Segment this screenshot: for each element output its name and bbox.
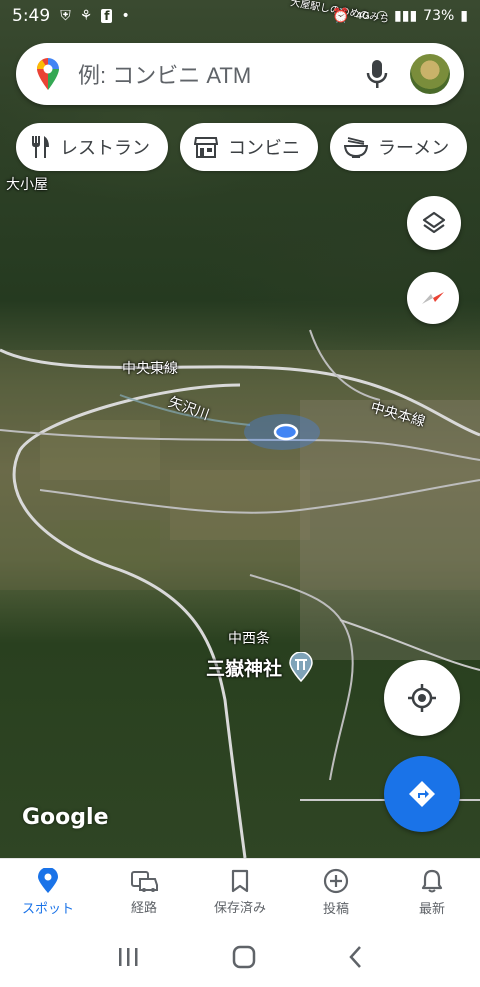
- battery-icon: ▮: [460, 8, 468, 24]
- directions-button[interactable]: [384, 756, 460, 832]
- battery-percent: 73%: [423, 8, 455, 24]
- system-navigation-bar: [0, 926, 480, 987]
- shield-check-icon: ⛨: [60, 8, 71, 24]
- search-bar[interactable]: 例: コンビニ ATM: [16, 43, 464, 105]
- map-label-place: 大小屋: [6, 177, 48, 193]
- compass-button[interactable]: [407, 272, 459, 324]
- chip-restaurant[interactable]: レストラン: [16, 123, 168, 171]
- my-location-dot: [273, 423, 299, 441]
- nav-explore[interactable]: スポット: [0, 859, 96, 926]
- microphone-icon[interactable]: [366, 59, 388, 89]
- app-notification-icon: ⚘: [79, 8, 93, 24]
- alarm-icon: ⏰: [332, 8, 350, 24]
- layers-icon: [422, 211, 446, 234]
- fork-knife-icon: [32, 136, 49, 158]
- nav-label: 経路: [130, 901, 157, 916]
- home-icon[interactable]: [232, 945, 256, 969]
- recent-apps-icon[interactable]: [116, 947, 140, 967]
- location-pin-icon: [38, 868, 58, 893]
- chip-convenience-store[interactable]: コンビニ: [180, 123, 318, 171]
- avatar[interactable]: [410, 54, 450, 94]
- status-bar: 5:49 ⛨ ⚘ f • ⏰ 4G ◠ ▮▮▮ 73% ▮: [0, 0, 480, 32]
- add-circle-icon: [323, 868, 349, 894]
- search-input[interactable]: 例: コンビニ ATM: [78, 58, 366, 90]
- facebook-icon: f: [101, 9, 113, 23]
- ramen-bowl-icon: [344, 137, 368, 158]
- status-time: 5:49: [12, 6, 51, 26]
- shrine-poi[interactable]: 三嶽神社: [206, 652, 314, 682]
- category-chips: レストラン コンビニ ラーメン: [16, 123, 468, 171]
- car-icon: [131, 871, 158, 892]
- nav-label: 最新: [418, 902, 445, 917]
- shrine-label: 三嶽神社: [206, 657, 283, 680]
- dot-icon: •: [121, 8, 130, 24]
- bell-icon: [421, 869, 443, 893]
- chip-ramen[interactable]: ラーメン: [330, 123, 468, 171]
- chip-label: ラーメン: [378, 138, 450, 159]
- nav-commute[interactable]: 経路: [96, 859, 192, 926]
- wifi-icon: ◠: [375, 8, 389, 24]
- nav-label: 投稿: [322, 902, 349, 917]
- bookmark-icon: [231, 869, 249, 893]
- shrine-pin-icon: [289, 652, 313, 682]
- bottom-navigation: スポット 経路 保存済み 投稿 最新: [0, 858, 480, 926]
- nav-contribute[interactable]: 投稿: [288, 859, 384, 926]
- crosshair-icon: [408, 684, 436, 712]
- nav-label: 保存済み: [213, 901, 266, 916]
- chip-label: レストラン: [60, 138, 150, 159]
- compass-icon: [422, 292, 444, 304]
- nav-updates[interactable]: 最新: [384, 859, 480, 926]
- back-icon[interactable]: [348, 945, 364, 969]
- my-location-button[interactable]: [384, 660, 460, 736]
- lte-icon: 4G: [355, 10, 370, 22]
- map-label-rail-east: 中央東線: [122, 361, 178, 377]
- directions-icon: [409, 781, 435, 807]
- nav-label: スポット: [21, 902, 74, 917]
- store-icon: [194, 137, 218, 158]
- google-logo: Google: [22, 805, 109, 830]
- google-maps-pin-icon: [37, 58, 59, 90]
- chip-label: コンビニ: [228, 138, 300, 159]
- nav-saved[interactable]: 保存済み: [192, 859, 288, 926]
- map-label-area: 中西条: [228, 631, 270, 647]
- signal-icon: ▮▮▮: [394, 8, 418, 24]
- layers-button[interactable]: [407, 196, 461, 250]
